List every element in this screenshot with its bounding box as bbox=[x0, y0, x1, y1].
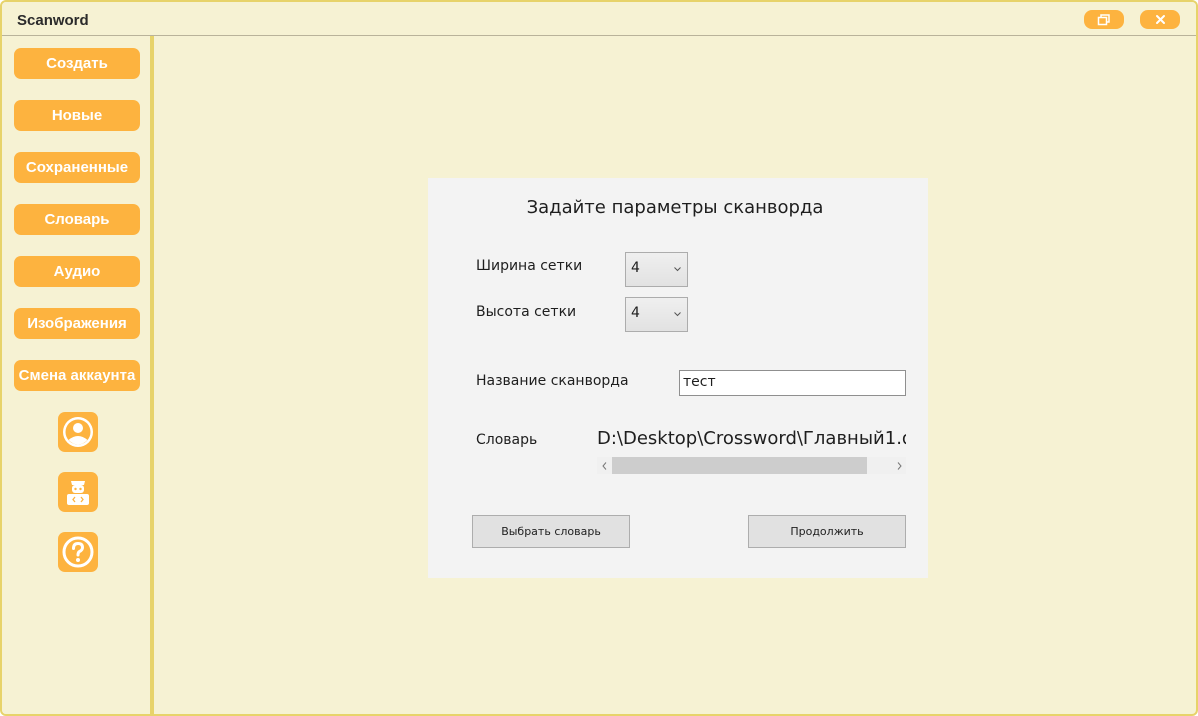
chevron-down-icon bbox=[674, 267, 681, 272]
continue-button[interactable]: Продолжить bbox=[748, 515, 906, 548]
sidebar: Создать Новые Сохраненные Словарь Аудио … bbox=[2, 36, 154, 714]
grid-width-select[interactable]: 4 bbox=[625, 252, 688, 287]
scroll-left-arrow[interactable] bbox=[597, 457, 611, 474]
profile-button[interactable] bbox=[58, 412, 98, 452]
grid-height-select[interactable]: 4 bbox=[625, 297, 688, 332]
sidebar-item-audio[interactable]: Аудио bbox=[14, 256, 140, 287]
sidebar-item-create[interactable]: Создать bbox=[14, 48, 140, 79]
developer-icon bbox=[67, 481, 89, 505]
scroll-right-arrow[interactable] bbox=[892, 457, 906, 474]
help-icon bbox=[62, 536, 94, 568]
panel-title: Задайте параметры сканворда bbox=[526, 197, 824, 218]
developer-button[interactable] bbox=[58, 472, 98, 512]
scrollbar-thumb[interactable] bbox=[612, 457, 867, 474]
sidebar-item-switch-account[interactable]: Смена аккаунта bbox=[14, 360, 140, 391]
sidebar-item-new[interactable]: Новые bbox=[14, 100, 140, 131]
restore-button[interactable] bbox=[1084, 10, 1124, 29]
sidebar-item-saved[interactable]: Сохраненные bbox=[14, 152, 140, 183]
scanword-name-input[interactable]: тест bbox=[679, 370, 906, 396]
scanword-settings-panel: Задайте параметры сканворда Ширина сетки… bbox=[428, 178, 928, 578]
chevron-right-icon bbox=[897, 461, 902, 470]
grid-height-value: 4 bbox=[631, 305, 640, 321]
dictionary-path-scrollbar[interactable] bbox=[597, 457, 906, 474]
app-window: Scanword Создать Новые Сохраненные Слова… bbox=[0, 0, 1198, 716]
scanword-name-label: Название сканворда bbox=[476, 373, 629, 389]
grid-height-label: Высота сетки bbox=[476, 304, 577, 320]
choose-dictionary-button[interactable]: Выбрать словарь bbox=[472, 515, 630, 548]
user-profile-icon bbox=[63, 417, 93, 447]
close-icon bbox=[1155, 15, 1165, 24]
chevron-down-icon bbox=[674, 312, 681, 317]
restore-icon bbox=[1097, 13, 1110, 25]
chevron-left-icon bbox=[601, 461, 606, 470]
close-button[interactable] bbox=[1140, 10, 1180, 29]
app-title: Scanword bbox=[17, 12, 89, 29]
grid-width-value: 4 bbox=[631, 260, 640, 276]
dictionary-label: Словарь bbox=[476, 432, 538, 448]
sidebar-item-images[interactable]: Изображения bbox=[14, 308, 140, 339]
dictionary-path: D:\Desktop\Crossword\Главный1.d bbox=[597, 428, 906, 449]
sidebar-item-dictionary[interactable]: Словарь bbox=[14, 204, 140, 235]
title-bar: Scanword bbox=[2, 2, 1196, 36]
grid-width-label: Ширина сетки bbox=[476, 258, 583, 274]
help-button[interactable] bbox=[58, 532, 98, 572]
